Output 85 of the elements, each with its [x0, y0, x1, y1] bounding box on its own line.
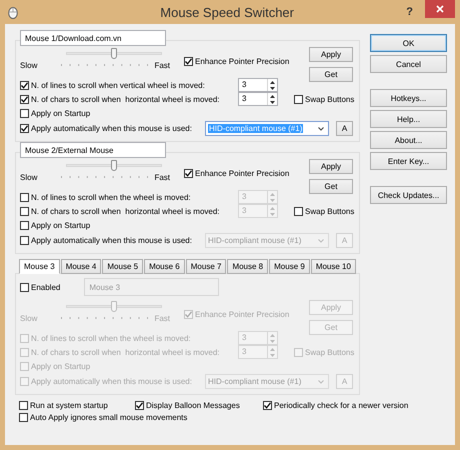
chevron-down-icon — [318, 380, 324, 384]
slow-label: Slow — [20, 173, 38, 182]
dialog-button[interactable]: Check Updates... — [370, 186, 447, 204]
dialog-button[interactable]: Cancel — [370, 55, 447, 73]
checkbox-label: Display Balloon Messages — [146, 401, 240, 410]
checkbox[interactable] — [19, 401, 28, 410]
get-button[interactable]: Get — [309, 179, 353, 194]
checkbox[interactable] — [20, 206, 29, 216]
checkbox[interactable] — [20, 220, 29, 230]
checkbox-label: Enhance Pointer Precision — [195, 310, 290, 319]
checkbox-label: Swap Buttons — [305, 94, 354, 104]
slider-thumb[interactable] — [111, 48, 117, 59]
apply-button[interactable]: Apply — [309, 47, 353, 62]
mouse-icon — [8, 6, 18, 18]
chevron-down-icon — [318, 238, 324, 242]
mouse-tab[interactable]: Mouse 5 — [102, 259, 144, 274]
close-icon — [436, 5, 444, 13]
checkbox[interactable] — [20, 94, 29, 104]
checkbox[interactable] — [184, 169, 193, 178]
checkbox-label: N. of chars to scroll when horizontal wheel is moved: — [31, 206, 220, 216]
fast-label: Fast — [154, 173, 170, 182]
checkbox-label: Periodically check for a newer version — [274, 401, 408, 410]
checkbox-label: Apply automatically when this mouse is used: — [31, 124, 192, 133]
window-title: Mouse Speed Switcher — [160, 4, 294, 20]
checkbox[interactable] — [294, 206, 303, 216]
checkbox[interactable] — [20, 282, 29, 292]
fast-label: Fast — [154, 61, 170, 70]
apply-button[interactable]: Apply — [309, 159, 353, 174]
checkbox-label: Auto Apply ignores small mouse movements — [30, 413, 188, 422]
slider-track[interactable] — [66, 48, 162, 59]
help-button[interactable]: ? — [406, 6, 414, 18]
slider-track[interactable] — [66, 160, 162, 171]
checkbox[interactable] — [20, 192, 29, 202]
checkbox[interactable] — [135, 401, 144, 410]
dialog-button[interactable]: About... — [370, 131, 447, 149]
checkbox-label: Enabled — [31, 282, 60, 292]
checkbox[interactable] — [20, 80, 29, 90]
mouse-tab[interactable]: Mouse 7 — [186, 259, 226, 274]
slider-thumb[interactable] — [111, 160, 117, 171]
checkbox-label: Enhance Pointer Precision — [195, 169, 290, 178]
slider-track[interactable] — [66, 301, 162, 312]
mouse-name-field[interactable]: Mouse 2/External Mouse — [20, 142, 166, 158]
fast-label: Fast — [154, 314, 170, 323]
close-button[interactable] — [425, 0, 456, 18]
checkbox[interactable] — [184, 57, 193, 66]
checkbox-label: Swap Buttons — [305, 348, 354, 356]
dialog-button[interactable]: OK — [370, 34, 447, 52]
checkbox-label: Apply automatically when this mouse is used: — [31, 236, 192, 245]
checkbox-label: Swap Buttons — [305, 206, 354, 216]
mouse-tab[interactable]: Mouse 9 — [269, 259, 310, 274]
mouse-tab[interactable]: Mouse 4 — [60, 259, 102, 274]
auto-apply-button[interactable]: A — [336, 121, 353, 136]
dialog-button[interactable]: Help... — [370, 110, 447, 128]
dialog-button[interactable]: Hotkeys... — [370, 89, 447, 107]
slider-thumb[interactable] — [111, 301, 117, 312]
checkbox-label: N. of lines to scroll when vertical wheel is moved: — [31, 80, 205, 90]
checkbox-label: N. of lines to scroll when the wheel is moved: — [31, 334, 191, 342]
slow-label: Slow — [20, 61, 38, 70]
get-button[interactable]: Get — [309, 67, 353, 82]
checkbox-label: Apply automatically when this mouse is used: — [31, 377, 192, 386]
slow-label: Slow — [20, 314, 38, 323]
checkbox[interactable] — [20, 108, 29, 118]
mouse-tab[interactable]: Mouse 10 — [310, 259, 356, 274]
checkbox[interactable] — [20, 236, 29, 245]
checkbox-label: Run at system startup — [30, 401, 108, 410]
number-spinner[interactable]: 3 — [238, 78, 278, 92]
checkbox-label: N. of lines to scroll when the wheel is moved: — [31, 192, 191, 202]
checkbox-label: Apply on Startup — [31, 362, 90, 370]
checkbox[interactable] — [184, 310, 193, 319]
checkbox-label: Enhance Pointer Precision — [195, 57, 290, 66]
mouse-tab[interactable]: Mouse 8 — [227, 259, 268, 274]
mouse-name-field[interactable]: Mouse 1/Download.com.vn — [20, 30, 166, 46]
checkbox[interactable] — [19, 413, 28, 422]
checkbox[interactable] — [20, 124, 29, 133]
checkbox-label: N. of chars to scroll when horizontal wheel is moved: — [31, 348, 220, 356]
checkbox-label: N. of chars to scroll when horizontal wheel is moved: — [31, 94, 220, 104]
checkbox-label: Apply on Startup — [31, 108, 90, 118]
dialog-button[interactable]: Enter Key... — [370, 152, 447, 170]
number-spinner[interactable]: 3 — [238, 92, 278, 106]
checkbox[interactable] — [263, 401, 272, 410]
checkbox[interactable] — [294, 94, 303, 104]
chevron-down-icon — [318, 126, 324, 130]
mouse-tab[interactable]: Mouse 3 — [19, 259, 60, 274]
checkbox-label: Apply on Startup — [31, 220, 90, 230]
mouse-tab[interactable]: Mouse 6 — [144, 259, 185, 274]
